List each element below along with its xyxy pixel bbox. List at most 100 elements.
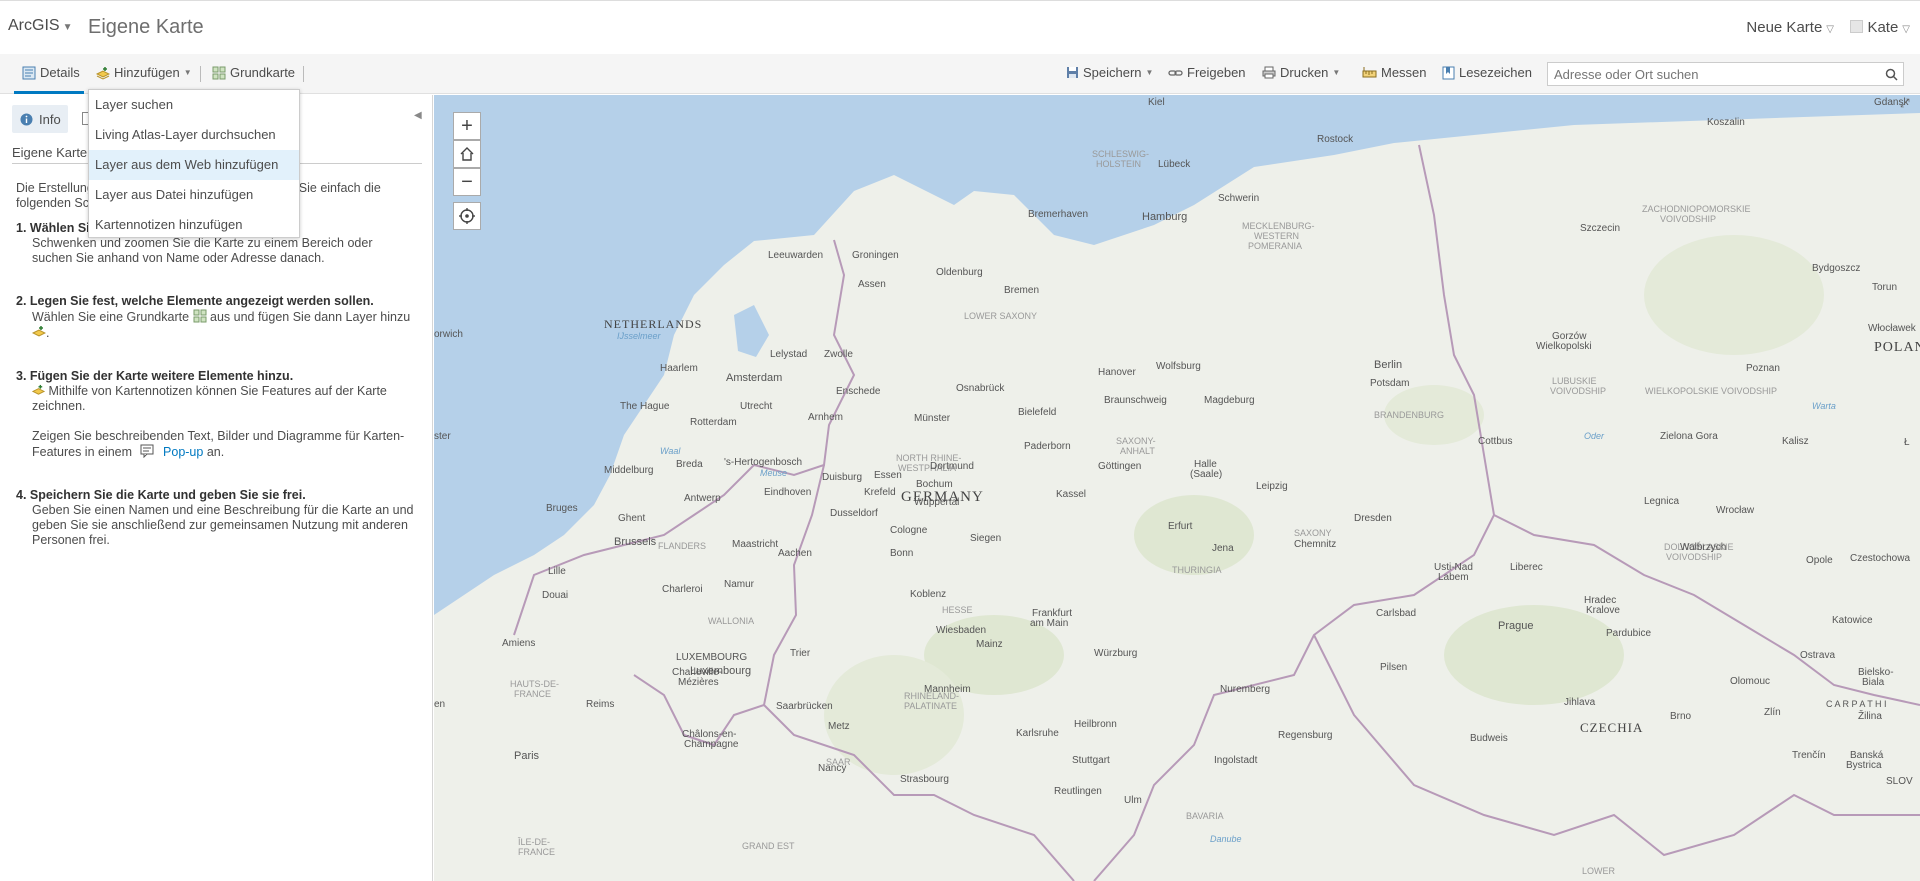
map-city-douai: Douai (542, 590, 568, 601)
save-button[interactable]: Speichern ▼ (1066, 65, 1153, 80)
details-button[interactable]: Details (22, 65, 80, 80)
basemap-button[interactable]: Grundkarte (212, 65, 295, 80)
map-city-ostrava: Ostrava (1800, 650, 1835, 661)
zoom-in-label: + (461, 114, 473, 137)
tab-info[interactable]: Info (12, 105, 68, 133)
map-city-berlin: Berlin (1374, 359, 1402, 371)
map-city-dortmund: Dortmund (930, 461, 974, 472)
map-city-s-hertogenbosch: 's-Hertogenbosch (724, 457, 802, 468)
map-city-lille: Lille (548, 566, 566, 577)
toolbar-divider (200, 66, 201, 82)
avatar (1850, 20, 1864, 33)
bookmarks-button[interactable]: Lesezeichen (1442, 65, 1532, 80)
arcgis-menu[interactable]: ArcGIS ▼ (8, 17, 72, 35)
details-label: Details (40, 65, 80, 80)
collapse-panel-icon[interactable]: ◀ (414, 110, 422, 121)
details-icon (22, 66, 36, 79)
map-label-zachod-1: ZACHODNIOPOMORSKIE (1642, 204, 1751, 214)
menu-item-search-layers[interactable]: Layer suchen (89, 90, 299, 120)
locate-button[interactable] (453, 202, 481, 230)
map-city-koblenz: Koblenz (910, 589, 946, 600)
map-city-stuttgart: Stuttgart (1072, 755, 1110, 766)
step-3-text-main: Mithilfe von Kartennotizen können Sie Fe… (32, 384, 387, 413)
map-city-torun: Torun (1872, 282, 1897, 293)
chevron-down-icon: ▽ (1902, 24, 1910, 35)
map-city-wurzburg: Würzburg (1094, 648, 1137, 659)
new-map-menu[interactable]: Neue Karte ▽ (1746, 19, 1834, 36)
map-city-jena: Jena (1212, 543, 1234, 554)
map-city-erfurt: Erfurt (1168, 521, 1193, 532)
search-button[interactable] (1880, 62, 1904, 86)
map-label-lower-saxony: LOWER SAXONY (964, 311, 1037, 321)
map-city-luxembourg-caps: LUXEMBOURG (676, 652, 747, 663)
popup-link[interactable]: Pop-up (163, 445, 203, 459)
active-tab-indicator (14, 91, 84, 94)
map-city-aachen: Aachen (778, 548, 812, 559)
map-label-lubuskie-2: VOIVODSHIP (1550, 386, 1606, 396)
print-button[interactable]: Drucken ▼ (1262, 65, 1340, 80)
map-label-lower: LOWER (1582, 866, 1616, 876)
menu-item-add-layer-from-web[interactable]: Layer aus dem Web hinzufügen (89, 150, 299, 180)
menu-item-browse-living-atlas[interactable]: Living Atlas-Layer durchsuchen (89, 120, 299, 150)
map-label-saxony-anhalt-2: ANHALT (1120, 446, 1155, 456)
share-link-icon (1168, 69, 1183, 76)
menu-item-add-layer-from-file[interactable]: Layer aus Datei hinzufügen (89, 180, 299, 210)
home-button[interactable] (453, 140, 481, 168)
map-city-halle-2: (Saale) (1190, 469, 1222, 480)
map-city-olomouc: Olomouc (1730, 676, 1770, 687)
map-city-bremerhaven: Bremerhaven (1028, 209, 1088, 220)
map-city-bremen: Bremen (1004, 285, 1039, 296)
map-label-brandenburg: BRANDENBURG (1374, 410, 1444, 420)
step-4-title: 4. Speichern Sie die Karte und geben Sie… (16, 488, 306, 502)
map-city-norwich: orwich (434, 329, 463, 340)
save-label: Speichern (1083, 65, 1142, 80)
map-view[interactable]: NETHERLANDS GERMANY CZECHIA POLAN LOWER … (434, 95, 1920, 881)
step-2-text-a: Wählen Sie eine Grundkarte (32, 310, 190, 324)
map-city-kassel: Kassel (1056, 489, 1086, 500)
map-city-jihlava: Jihlava (1564, 697, 1596, 708)
user-menu[interactable]: Kate ▽ (1850, 19, 1910, 36)
measure-label: Messen (1381, 65, 1427, 80)
map-city-wroclaw: Wrocław (1716, 505, 1755, 516)
bookmarks-label: Lesezeichen (1459, 65, 1532, 80)
map-city-liberec: Liberec (1510, 562, 1543, 573)
map-city-katowice: Katowice (1832, 615, 1873, 626)
map-city-koszalin: Koszalin (1707, 117, 1745, 128)
map-city-banska-2: Bystrica (1846, 760, 1882, 771)
map-city-mannheim: Mannheim (924, 684, 971, 695)
expand-map-icon[interactable]: ⤢ (1900, 96, 1910, 111)
zoom-out-label: − (461, 170, 473, 193)
map-city-leipzig: Leipzig (1256, 481, 1288, 492)
map-label-mv-2: WESTERN (1254, 231, 1299, 241)
zoom-in-button[interactable]: + (453, 112, 481, 140)
map-city-paris: Paris (514, 750, 540, 762)
map-label-saxony: SAXONY (1294, 528, 1332, 538)
map-city-antwerp: Antwerp (684, 493, 721, 504)
map-notes-icon (32, 384, 45, 395)
measure-button[interactable]: Messen (1362, 65, 1427, 80)
share-button[interactable]: Freigeben (1168, 65, 1246, 80)
map-city-strasbourg: Strasbourg (900, 774, 949, 785)
map-city-regensburg: Regensburg (1278, 730, 1332, 741)
search-input[interactable] (1547, 62, 1881, 86)
map-city-utrecht: Utrecht (740, 401, 772, 412)
map-city-kiel: Kiel (1148, 97, 1165, 108)
add-label: Hinzufügen (114, 65, 180, 80)
map-city-magdeburg: Magdeburg (1204, 395, 1255, 406)
map-city-ulm: Ulm (1124, 795, 1142, 806)
map-city-heilbronn: Heilbronn (1074, 719, 1117, 730)
add-button[interactable]: Hinzufügen ▼ (96, 65, 192, 80)
map-label-meuse: Meuse (760, 468, 787, 478)
map-city-wloclawek: Włocławek (1868, 323, 1917, 334)
step-3-text-2: Zeigen Sie beschreibenden Text, Bilder u… (32, 429, 416, 460)
map-label-wielkopolskie: WIELKOPOLSKIE VOIVODSHIP (1645, 386, 1777, 396)
menu-item-add-map-notes[interactable]: Kartennotizen hinzufügen (89, 210, 299, 240)
zoom-out-button[interactable]: − (453, 168, 481, 196)
map-city-prague: Prague (1498, 620, 1533, 632)
search-icon (1885, 68, 1898, 81)
panel-map-name: Eigene Karte (12, 145, 88, 160)
ruler-icon (1362, 67, 1377, 78)
map-city-cottbus: Cottbus (1478, 436, 1512, 447)
info-tab-label: Info (39, 111, 61, 127)
basemap: NETHERLANDS GERMANY CZECHIA POLAN LOWER … (434, 95, 1920, 881)
